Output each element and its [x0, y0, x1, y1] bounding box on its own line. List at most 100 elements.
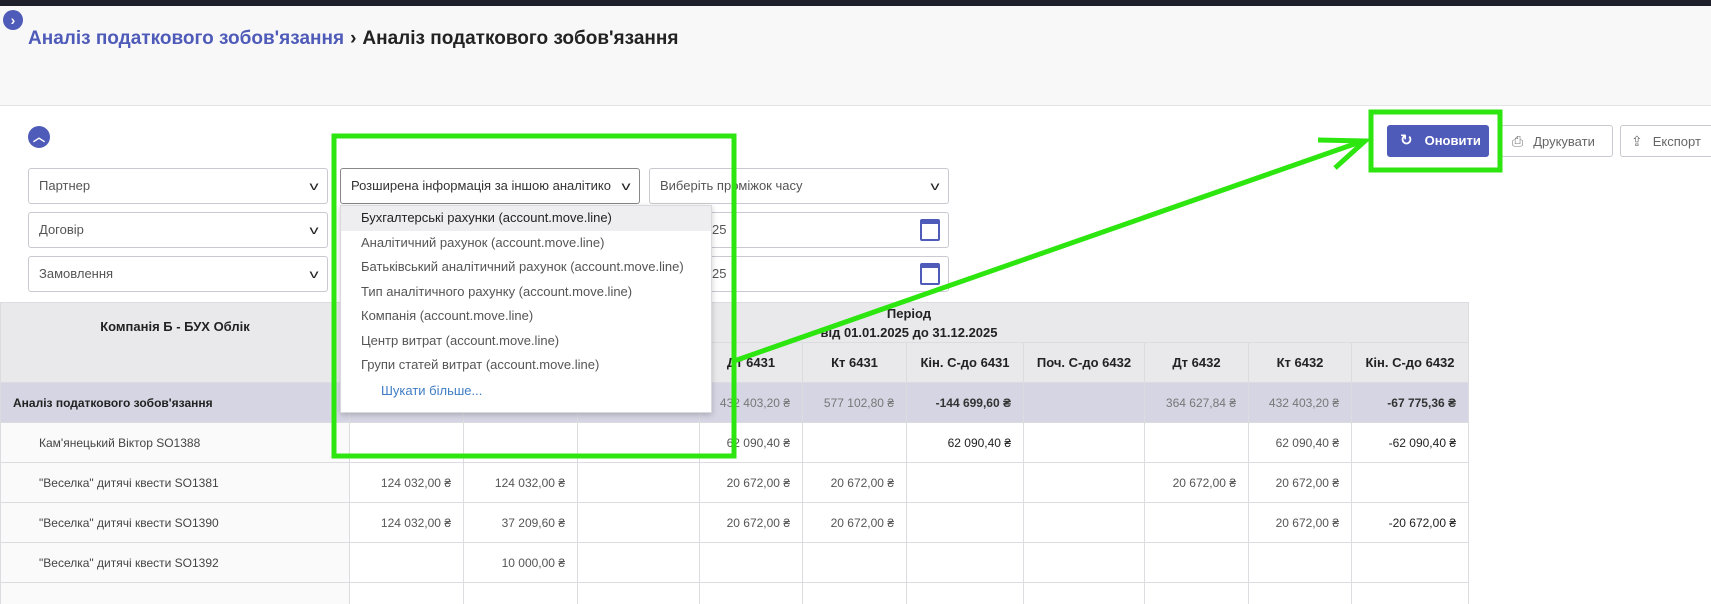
table-cell	[1144, 502, 1249, 543]
row-label[interactable]: Кам'янецький Віктор SO1388	[0, 422, 350, 463]
analytic-value: Розширена інформація за іншою аналітико	[351, 178, 611, 193]
partner-select[interactable]: Партнер v	[28, 168, 328, 204]
report-body: Аналіз податкового зобов'язання3 409 030…	[0, 382, 1469, 604]
table-cell	[1023, 422, 1145, 463]
table-cell	[1351, 542, 1469, 583]
export-label: Експорт	[1652, 134, 1701, 149]
table-cell: 62 090,40 ₴	[906, 422, 1024, 463]
dropdown-item[interactable]: Центр витрат (account.move.line)	[341, 329, 711, 354]
table-row[interactable]: "Веселка" дитячі квести SO1392 10 000,00 …	[0, 542, 1469, 583]
dropdown-item[interactable]: Тип аналітичного рахунку (account.move.l…	[341, 280, 711, 305]
breadcrumb: Аналіз податкового зобов'язання › Аналіз п…	[28, 28, 678, 50]
table-row[interactable]	[0, 582, 1469, 604]
table-row[interactable]: "Веселка" дитячі квести SO1390 124 032,00…	[0, 502, 1469, 543]
expand-icon[interactable]: ›	[3, 10, 23, 30]
chevron-down-icon: v	[309, 179, 319, 193]
chevron-down-icon: v	[930, 179, 940, 193]
dropdown-item[interactable]: Бухгалтерські рахунки (account.move.line…	[341, 206, 711, 231]
breadcrumb-separator: ›	[350, 28, 357, 49]
collapse-filters-icon[interactable]: ︿	[28, 126, 50, 148]
row-label[interactable]: "Веселка" дитячі квести SO1381	[0, 462, 350, 503]
table-cell: 20 672,00 ₴	[802, 502, 907, 543]
table-cell	[1023, 462, 1145, 503]
annotation-arrow-head	[1317, 137, 1372, 170]
table-cell: 62 090,40 ₴	[1248, 422, 1352, 463]
table-cell	[349, 422, 464, 463]
table-cell	[1144, 422, 1249, 463]
table-cell	[577, 502, 700, 543]
column-header: Дт 6432	[1144, 342, 1249, 383]
breadcrumb-current: Аналіз податкового зобов'язання	[362, 28, 679, 49]
dropdown-item[interactable]: Батьківський аналітичний рахунок (accoun…	[341, 255, 711, 280]
table-cell	[1351, 582, 1469, 604]
printer-icon: ⎙	[1512, 133, 1524, 149]
row-label[interactable]: "Веселка" дитячі квести SO1390	[0, 502, 350, 543]
table-cell	[1144, 582, 1249, 604]
table-cell: 432 403,20 ₴	[1248, 382, 1352, 423]
table-cell: 577 102,80 ₴	[802, 382, 907, 423]
upload-icon: ⇪	[1631, 133, 1643, 149]
row-label[interactable]	[0, 582, 350, 604]
table-cell	[906, 582, 1024, 604]
row-label[interactable]: Аналіз податкового зобов'язання	[0, 382, 350, 423]
order-placeholder: Замовлення	[39, 266, 114, 281]
table-cell	[699, 582, 803, 604]
refresh-button[interactable]: ↻ Оновити	[1387, 125, 1489, 157]
dropdown-item[interactable]: Компанія (account.move.line)	[341, 304, 711, 329]
table-row[interactable]: Кам'янецький Віктор SO1388 62 090,40 ₴ 62 …	[0, 422, 1469, 463]
table-cell: -20 672,00 ₴	[1351, 502, 1469, 543]
table-cell	[1248, 582, 1352, 604]
table-cell	[349, 582, 464, 604]
period-select[interactable]: Виберіть проміжок часу v	[649, 168, 949, 204]
table-cell	[699, 542, 803, 583]
group-row[interactable]: Аналіз податкового зобов'язання3 409 030…	[0, 382, 1469, 423]
table-cell	[802, 422, 907, 463]
table-cell	[1248, 542, 1352, 583]
row-label[interactable]: "Веселка" дитячі квести SO1392	[0, 542, 350, 583]
table-cell: 10 000,00 ₴	[463, 542, 578, 583]
calendar-icon[interactable]	[920, 263, 940, 285]
report-table: Компанія Б - БУХ Облік Період від 01.01.…	[0, 302, 1469, 604]
table-cell	[463, 422, 578, 463]
table-cell	[463, 582, 578, 604]
table-cell	[906, 542, 1024, 583]
control-panel-background	[0, 6, 1711, 106]
chevron-down-icon: v	[621, 179, 631, 193]
table-row[interactable]: "Веселка" дитячі квести SO1381 124 032,00…	[0, 462, 1469, 503]
report-table-container: Компанія Б - БУХ Облік Період від 01.01.…	[0, 302, 1486, 604]
date-from-value: 25	[712, 222, 727, 237]
export-button[interactable]: ⇪ Експорт	[1620, 125, 1711, 157]
date-to-value: 25	[712, 266, 727, 281]
refresh-icon: ↻	[1400, 132, 1413, 149]
table-cell: -62 090,40 ₴	[1351, 422, 1469, 463]
print-label: Друкувати	[1533, 134, 1595, 149]
table-cell: 20 672,00 ₴	[802, 462, 907, 503]
order-select[interactable]: Замовлення v	[28, 256, 328, 292]
breadcrumb-parent-link[interactable]: Аналіз податкового зобов'язання	[28, 28, 344, 49]
calendar-icon[interactable]	[920, 219, 940, 241]
dropdown-item[interactable]: Аналітичний рахунок (account.move.line)	[341, 231, 711, 256]
column-header: Кт 6432	[1248, 342, 1352, 383]
table-cell: 20 672,00 ₴	[1248, 502, 1352, 543]
table-cell: -67 775,36 ₴	[1351, 382, 1469, 423]
table-cell	[1023, 382, 1145, 423]
contract-select[interactable]: Договір v	[28, 212, 328, 248]
table-cell	[1144, 542, 1249, 583]
table-cell: -144 699,60 ₴	[906, 382, 1024, 423]
print-button[interactable]: ⎙ Друкувати	[1501, 125, 1613, 157]
table-cell	[906, 462, 1024, 503]
analytic-dropdown-menu: Бухгалтерські рахунки (account.move.line…	[340, 205, 712, 413]
column-header: Кт 6431	[802, 342, 907, 383]
table-cell	[577, 422, 700, 463]
table-cell	[1351, 462, 1469, 503]
table-cell	[577, 582, 700, 604]
table-cell: 20 672,00 ₴	[1248, 462, 1352, 503]
analytic-select[interactable]: Розширена інформація за іншою аналітико …	[340, 168, 640, 204]
table-cell: 432 403,20 ₴	[699, 382, 803, 423]
column-header: Кін. С-до 6431	[906, 342, 1024, 383]
table-cell	[1023, 502, 1145, 543]
dropdown-item[interactable]: Групи статей витрат (account.move.line)	[341, 353, 711, 378]
table-cell	[349, 542, 464, 583]
table-cell: 20 672,00 ₴	[1144, 462, 1249, 503]
search-more-link[interactable]: Шукати більше...	[341, 378, 711, 404]
